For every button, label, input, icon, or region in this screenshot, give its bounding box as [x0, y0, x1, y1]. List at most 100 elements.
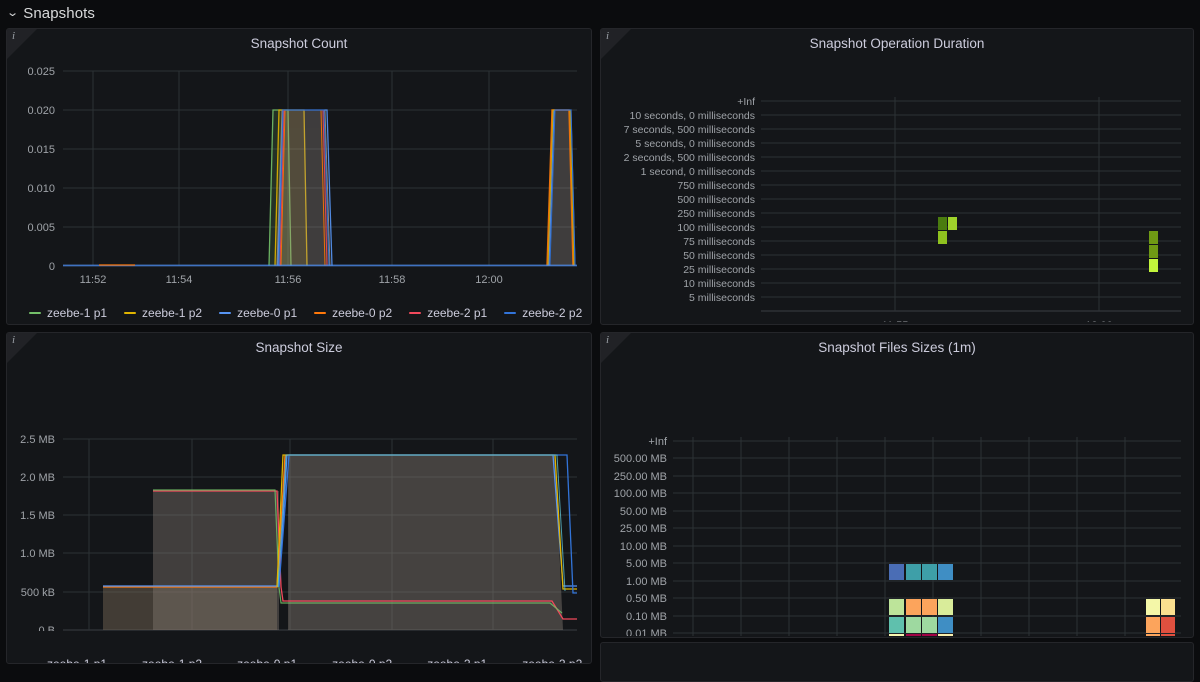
dashboard-row-header[interactable]: ⌄ Snapshots — [0, 0, 1200, 26]
y-bucket: 25.00 MB — [620, 523, 667, 535]
snapshot-size-svg: 2.5 MB 2.0 MB 1.5 MB 1.0 MB 500 kB 0 B — [20, 434, 577, 631]
legend-label: zeebe-2 p2 — [522, 657, 583, 664]
heatmap-cell — [938, 231, 947, 244]
heatmap-cell — [889, 634, 904, 636]
panel-header[interactable]: i Snapshot Operation Duration — [601, 29, 1193, 59]
info-icon[interactable]: i — [601, 29, 631, 59]
panel-header[interactable]: i Snapshot Size — [7, 333, 591, 363]
y-bucket: 50.00 MB — [620, 506, 667, 518]
legend-item[interactable]: zeebe-2 p1 — [409, 657, 488, 664]
gridlines-horizontal — [761, 100, 1181, 312]
heatmap-cell — [1146, 617, 1160, 633]
legend-swatch-icon — [219, 312, 232, 314]
y-bucket: 10 milliseconds — [683, 278, 755, 290]
duration-heatmap-svg: +Inf 10 seconds, 0 milliseconds 7 second… — [624, 96, 1181, 322]
y-bucket: 750 milliseconds — [677, 180, 755, 192]
heatmap-cell — [938, 617, 953, 633]
legend-item[interactable]: zeebe-2 p2 — [504, 306, 582, 320]
heatmap-cell — [906, 634, 921, 636]
panel-snapshot-operation-duration[interactable]: i Snapshot Operation Duration +Inf 10 se… — [600, 28, 1194, 325]
panel-header[interactable]: i Snapshot Files Sizes (1m) — [601, 333, 1193, 363]
heatmap-cell — [1149, 245, 1158, 258]
y-bucket: 0.50 MB — [626, 593, 667, 605]
y-axis-buckets: +Inf 10 seconds, 0 milliseconds 7 second… — [624, 96, 755, 304]
x-tick: 12:00 — [1085, 320, 1113, 322]
y-axis-ticks: 0.025 0.020 0.015 0.010 0.005 0 — [27, 66, 55, 273]
legend-item[interactable]: zeebe-1 p2 — [124, 657, 203, 664]
heatmap-cell — [1161, 599, 1175, 615]
panel-snapshot-files-sizes[interactable]: i Snapshot Files Sizes (1m) +Inf 500.00 … — [600, 332, 1194, 638]
panel-next-partial[interactable] — [600, 642, 1194, 682]
y-bucket: 10 seconds, 0 milliseconds — [630, 110, 755, 122]
panel-snapshot-count[interactable]: i Snapshot Count 0.025 0.020 0.015 0.010… — [6, 28, 592, 325]
heatmap-cells — [889, 564, 1175, 636]
y-bucket: +Inf — [648, 436, 668, 448]
row-title: Snapshots — [23, 4, 96, 22]
x-axis-ticks: 11:52 11:54 11:56 11:58 12:00 — [80, 274, 503, 286]
legend-label: zeebe-0 p1 — [237, 657, 298, 664]
legend-item[interactable]: zeebe-0 p2 — [314, 306, 392, 320]
legend-swatch-icon — [124, 312, 137, 314]
heatmap-cell — [1161, 617, 1175, 633]
legend-swatch-icon — [219, 663, 231, 664]
y-bucket: 5 seconds, 0 milliseconds — [635, 138, 755, 150]
panel-header[interactable]: i Snapshot Count — [7, 29, 591, 59]
x-tick: 11:58 — [379, 274, 406, 286]
legend-item[interactable]: zeebe-0 p1 — [219, 657, 298, 664]
y-tick: 500 kB — [21, 587, 55, 599]
heatmap-cell — [938, 217, 947, 230]
files-sizes-heatmap-svg: +Inf 500.00 MB 250.00 MB 100.00 MB 50.00… — [614, 436, 1181, 636]
heatmap-cell — [906, 599, 921, 615]
snapshot-files-sizes-plot[interactable]: +Inf 500.00 MB 250.00 MB 100.00 MB 50.00… — [601, 361, 1193, 636]
legend-label: zeebe-0 p2 — [332, 657, 393, 664]
legend-label: zeebe-1 p2 — [142, 657, 203, 664]
x-axis-ticks: 11:55 12:00 — [882, 320, 1113, 322]
snapshot-size-plot[interactable]: 2.5 MB 2.0 MB 1.5 MB 1.0 MB 500 kB 0 B — [7, 361, 591, 631]
y-bucket: 500.00 MB — [614, 453, 667, 465]
legend-snapshot-count[interactable]: zeebe-1 p1 zeebe-1 p2 zeebe-0 p1 zeebe-0… — [7, 302, 591, 324]
series-baselines — [63, 264, 577, 267]
legend-item[interactable]: zeebe-1 p1 — [29, 657, 108, 664]
x-tick: 11:55 — [882, 320, 909, 322]
info-icon[interactable]: i — [7, 29, 37, 59]
info-icon[interactable]: i — [7, 333, 37, 363]
y-bucket: 25 milliseconds — [683, 264, 755, 276]
y-axis-ticks: 2.5 MB 2.0 MB 1.5 MB 1.0 MB 500 kB 0 B — [20, 434, 55, 631]
legend-item[interactable]: zeebe-1 p1 — [29, 306, 107, 320]
snapshot-count-plot[interactable]: 0.025 0.020 0.015 0.010 0.005 0 11:52 11… — [7, 57, 591, 302]
panel-snapshot-size[interactable]: i Snapshot Size 2.5 MB 2.0 MB 1.5 MB 1.0… — [6, 332, 592, 664]
panel-title: Snapshot Size — [255, 339, 343, 355]
y-bucket: 7 seconds, 500 milliseconds — [624, 124, 755, 136]
legend-label: zeebe-1 p1 — [47, 657, 108, 664]
y-axis-buckets: +Inf 500.00 MB 250.00 MB 100.00 MB 50.00… — [614, 436, 668, 636]
heatmap-cell — [906, 564, 921, 580]
heatmap-cell — [1161, 634, 1175, 636]
legend-swatch-icon — [314, 663, 326, 664]
y-bucket: 100 milliseconds — [677, 222, 755, 234]
legend-item[interactable]: zeebe-1 p2 — [124, 306, 202, 320]
y-bucket: 0.10 MB — [626, 611, 667, 623]
legend-item[interactable]: zeebe-0 p1 — [219, 306, 297, 320]
chevron-down-icon[interactable]: ⌄ — [6, 7, 19, 19]
legend-snapshot-size[interactable]: zeebe-1 p1 zeebe-1 p2 zeebe-0 p1 zeebe-0… — [7, 653, 591, 664]
legend-label: zeebe-2 p1 — [427, 657, 488, 664]
info-icon[interactable]: i — [601, 333, 631, 363]
snapshot-count-svg: 0.025 0.020 0.015 0.010 0.005 0 11:52 11… — [27, 66, 577, 286]
panel-title: Snapshot Count — [250, 35, 348, 51]
legend-item[interactable]: zeebe-0 p2 — [314, 657, 393, 664]
heatmap-cell — [1146, 634, 1160, 636]
legend-item[interactable]: zeebe-2 p2 — [504, 657, 583, 664]
legend-item[interactable]: zeebe-2 p1 — [409, 306, 487, 320]
panel-title: Snapshot Files Sizes (1m) — [818, 339, 976, 355]
y-tick: 0.020 — [27, 105, 55, 117]
y-bucket: 500 milliseconds — [677, 194, 755, 206]
x-tick: 11:52 — [80, 274, 107, 286]
legend-swatch-icon — [504, 663, 516, 664]
snapshot-operation-duration-plot[interactable]: +Inf 10 seconds, 0 milliseconds 7 second… — [601, 57, 1193, 322]
y-tick: 0.015 — [27, 144, 55, 156]
heatmap-cell — [906, 617, 921, 633]
legend-label: zeebe-1 p1 — [47, 306, 108, 320]
x-tick: 12:00 — [475, 274, 503, 286]
heatmap-cell — [922, 617, 937, 633]
y-bucket: 250.00 MB — [614, 471, 667, 483]
